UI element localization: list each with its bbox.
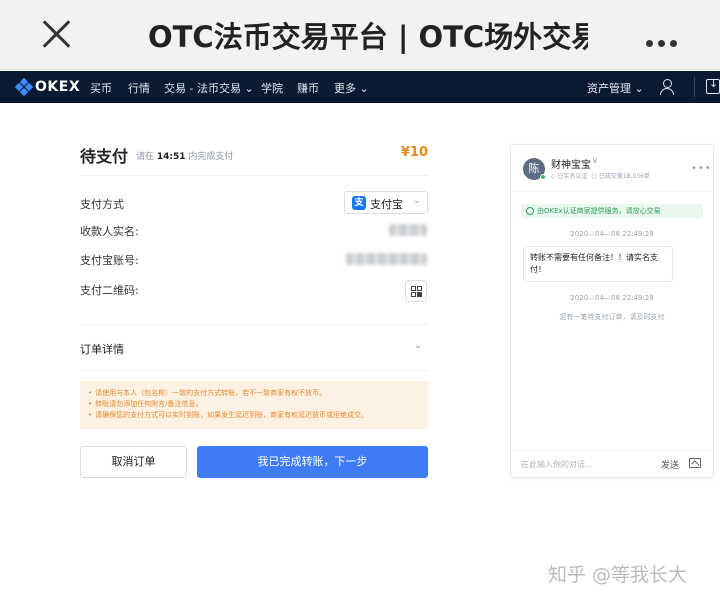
payee-name-redacted [389,224,427,236]
message-timestamp: 2020—04—08 22:49:28 [570,294,654,302]
chat-message: 转账不需要有任何备注！！请实名支付！ [523,246,673,282]
message-timestamp: 2020—04—08 22:49:28 [570,230,654,238]
site-nav: OKEX 买币 行情 交易 - 法币交易 ⌄ 学院 赚币 更多 ⌄ 资产管理 ⌄ [0,71,720,103]
chevron-down-icon: ⌄ [634,82,644,95]
verified-badge-icon: ∨ [592,156,598,165]
alipay-icon: 支 [352,196,366,210]
chevron-down-icon: ⌄ [413,196,421,206]
payment-method-value: 支付宝 [370,198,403,211]
qr-code-icon[interactable] [405,280,427,302]
nav-item-more[interactable]: 更多 ⌄ [334,80,369,96]
okex-logo-icon [14,77,34,97]
shield-icon [526,207,534,215]
nav-item-academy[interactable]: 学院 [261,80,283,96]
alipay-account-label: 支付宝账号: [80,254,139,267]
order-details-toggle[interactable]: 订单详情 [80,341,124,357]
divider [80,324,428,325]
confirm-transfer-button[interactable]: 我已完成转账，下一步 [197,446,428,478]
system-message: 您有一笔待支付订单，请及时支付 [559,313,665,321]
payment-deadline-hint: 请在 14:51 内完成支付 [136,152,234,162]
nav-item-earn[interactable]: 赚币 [297,80,319,96]
alipay-account-redacted [346,253,427,265]
payment-method-select[interactable]: 支 支付宝 ⌄ [344,191,428,214]
notice-item: 请确保您的支付方式可以实时到账，如果发生延迟到账，商家有权延迟放币或拒绝成交。 [88,410,420,421]
divider [511,450,713,451]
nav-item-trade[interactable]: 交易 - 法币交易 ⌄ [164,80,254,96]
divider [80,370,428,371]
chevron-down-icon[interactable]: ⌄ [414,340,422,351]
watermark: 知乎 @等我长大 [548,564,688,586]
payment-method-label: 支付方式 [80,198,124,211]
okex-logo[interactable]: OKEX [14,77,80,97]
divider [511,191,713,192]
merchant-name[interactable]: 财神宝宝 [551,156,591,171]
chevron-down-icon: ⌄ [359,82,369,95]
payment-status-title: 待支付 [80,147,129,166]
payee-name-label: 收款人实名: [80,225,139,238]
merchant-chat-panel: 陈 财神宝宝 ∨ ◇ 已实名认证 ▢ 已成交量18,036单 ••• 由OKEx… [510,144,714,478]
more-menu-icon[interactable] [646,32,682,51]
payment-amount: ¥10 [400,145,428,160]
user-icon[interactable] [660,79,674,95]
notice-item: 转账请勿添加任何附言/备注信息。 [88,399,420,410]
countdown-timer: 14:51 [156,152,186,162]
nav-item-buy[interactable]: 买币 [90,80,112,96]
chat-more-icon[interactable]: ••• [691,163,712,174]
payment-notice: 请使用与本人（包名称）一致的支付方式转账，若不一致商家有权不放币。 转账请勿添加… [80,381,428,429]
qr-code-label: 支付二维码: [80,284,139,297]
nav-divider [694,77,695,97]
nav-item-assets[interactable]: 资产管理 ⌄ [587,80,644,96]
close-icon[interactable] [40,18,72,50]
chat-input[interactable]: 在此输入你的对话... [521,459,651,470]
chevron-down-icon: ⌄ [244,82,254,95]
divider [80,175,428,176]
notice-item: 请使用与本人（包名称）一致的支付方式转账，若不一致商家有权不放币。 [88,388,420,399]
download-icon[interactable] [706,77,720,94]
window-title: OTC法币交易平台 | OTC场外交易 [148,20,588,54]
merchant-meta: ◇ 已实名认证 ▢ 已成交量18,036单 [551,173,650,180]
send-button[interactable]: 发送 [661,458,679,471]
nav-item-market[interactable]: 行情 [128,80,150,96]
image-upload-icon[interactable] [689,458,701,468]
cancel-order-button[interactable]: 取消订单 [80,446,187,478]
online-status-dot [540,174,546,180]
secure-trade-notice: 由OKEx认证商家提供服务，请放心交易 [521,204,703,218]
webview-titlebar: OTC法币交易平台 | OTC场外交易 [0,0,720,70]
